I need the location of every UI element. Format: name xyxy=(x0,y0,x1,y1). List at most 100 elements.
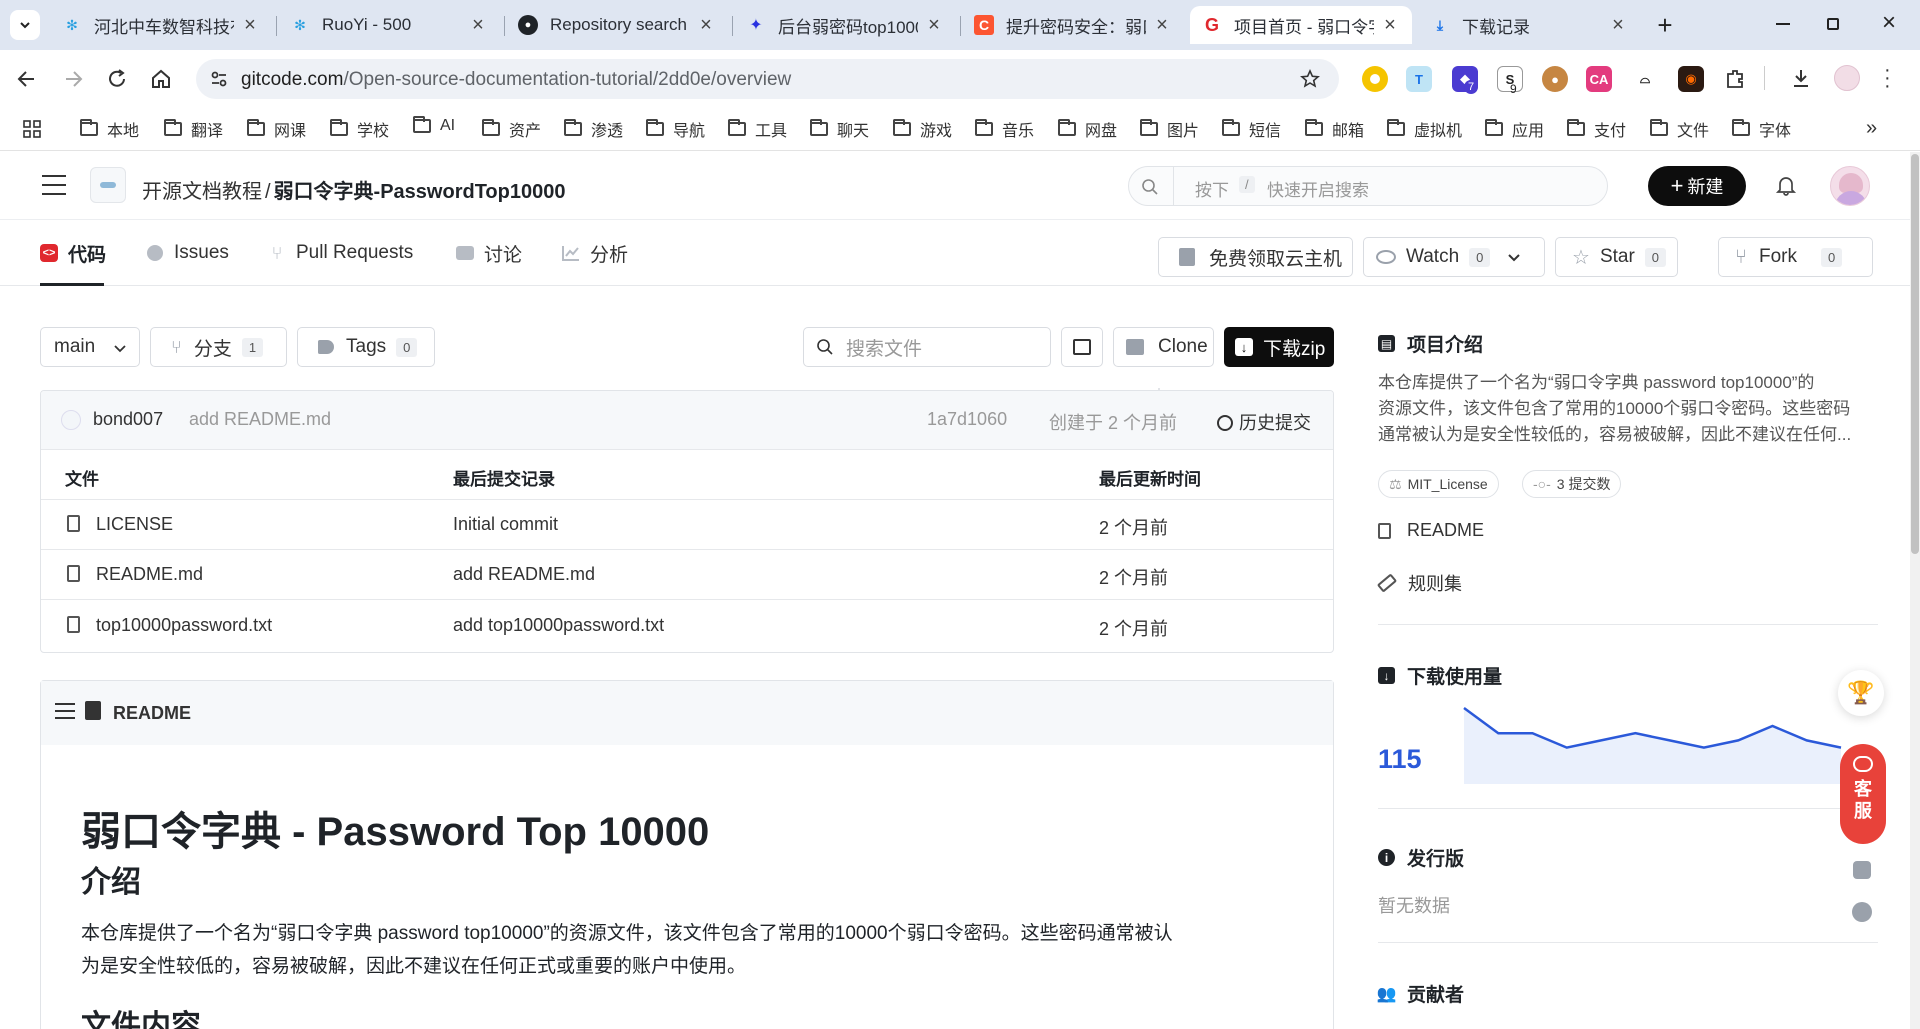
extension-hat-icon[interactable]: ⌓ xyxy=(1632,66,1658,92)
bookmark-folder[interactable]: 翻译 xyxy=(164,117,223,141)
extensions-puzzle-icon[interactable] xyxy=(1724,68,1746,90)
clone-button[interactable]: Clone xyxy=(1113,327,1214,367)
file-search-input[interactable]: 搜索文件 xyxy=(803,327,1051,367)
bell-icon[interactable] xyxy=(1775,174,1797,196)
readme-link[interactable]: README xyxy=(1378,520,1484,541)
breadcrumb-org[interactable]: 开源文档教程 xyxy=(142,181,262,203)
commit-hash[interactable]: 1a7d1060 xyxy=(927,409,1007,430)
bookmark-folder[interactable]: 工具 xyxy=(728,117,787,141)
reload-icon[interactable] xyxy=(106,68,128,90)
more-bookmarks-icon[interactable]: » xyxy=(1866,117,1877,140)
back-icon[interactable] xyxy=(16,68,38,90)
forward-icon[interactable] xyxy=(62,68,84,90)
download-icon[interactable] xyxy=(1790,67,1812,89)
extension-shield-icon[interactable]: ◉ xyxy=(1678,66,1704,92)
bookmark-star-icon[interactable] xyxy=(1300,69,1320,89)
branches-button[interactable]: ⑂ 分支 1 xyxy=(150,327,287,367)
tab-code[interactable]: <> 代码 xyxy=(40,220,106,286)
file-commit[interactable]: add README.md xyxy=(453,564,595,585)
breadcrumb-repo[interactable]: 弱口令字典-PasswordTop10000 xyxy=(274,181,566,203)
table-row[interactable]: LICENSE Initial commit 2 个月前 xyxy=(41,499,1333,549)
browser-tab-0[interactable]: ✻ 河北中车数智科技有限 × xyxy=(50,6,272,44)
table-row[interactable]: README.md add README.md 2 个月前 xyxy=(41,549,1333,599)
history-link[interactable]: 历史提交 xyxy=(1217,409,1311,435)
bookmark-folder[interactable]: 文件 xyxy=(1650,117,1709,141)
bookmark-folder[interactable]: 聊天 xyxy=(810,117,869,141)
address-bar[interactable]: gitcode.com/Open-source-documentation-tu… xyxy=(196,59,1339,99)
open-ide-button[interactable] xyxy=(1061,327,1103,367)
bookmark-folder[interactable]: 短信 xyxy=(1222,117,1281,141)
toc-list-icon[interactable] xyxy=(55,703,75,719)
profile-avatar[interactable] xyxy=(1834,65,1860,91)
user-avatar[interactable] xyxy=(1830,166,1870,206)
close-icon[interactable]: × xyxy=(468,14,488,37)
bookmark-folder[interactable]: 音乐 xyxy=(975,117,1034,141)
file-commit[interactable]: add top10000password.txt xyxy=(453,615,664,636)
bookmark-folder[interactable]: 支付 xyxy=(1567,117,1626,141)
bookmark-folder[interactable]: 网课 xyxy=(247,117,306,141)
minimize-button[interactable] xyxy=(1768,12,1798,36)
file-name[interactable]: README.md xyxy=(96,564,203,585)
extension-ca-icon[interactable]: CA xyxy=(1586,66,1612,92)
extension-yellow-icon[interactable] xyxy=(1362,66,1388,92)
bookmark-folder[interactable]: 网盘 xyxy=(1058,117,1117,141)
close-icon[interactable]: × xyxy=(1608,14,1628,37)
site-info-icon[interactable] xyxy=(210,70,228,88)
close-icon[interactable]: × xyxy=(1152,14,1172,37)
close-icon[interactable]: × xyxy=(240,14,260,37)
file-name[interactable]: top10000password.txt xyxy=(96,615,272,636)
apps-grid-icon[interactable] xyxy=(22,119,42,139)
table-row[interactable]: top10000password.txt add top10000passwor… xyxy=(41,599,1333,652)
close-icon[interactable]: × xyxy=(1380,14,1400,37)
file-name[interactable]: LICENSE xyxy=(96,514,173,535)
file-commit[interactable]: Initial commit xyxy=(453,514,558,535)
browser-tab-4[interactable]: C 提升密码安全：弱口 × xyxy=(962,6,1184,44)
contact-button[interactable] xyxy=(1848,856,1876,884)
hamburger-menu-icon[interactable] xyxy=(42,173,66,197)
bookmark-folder[interactable]: 学校 xyxy=(330,117,389,141)
browser-tab-6[interactable]: ⤓ 下载记录 × xyxy=(1418,6,1640,44)
branch-selector[interactable]: main xyxy=(40,327,140,367)
fork-button[interactable]: ⑂ Fork 0 xyxy=(1718,237,1873,277)
bookmark-folder[interactable]: 虚拟机 xyxy=(1387,117,1462,141)
browser-tab-5[interactable]: G 项目首页 - 弱口令字 × xyxy=(1190,6,1412,44)
tab-issues[interactable]: Issues xyxy=(146,220,229,286)
tags-button[interactable]: Tags 0 xyxy=(297,327,435,367)
bookmark-folder[interactable]: 游戏 xyxy=(893,117,952,141)
restore-button[interactable] xyxy=(1818,12,1848,36)
download-zip-button[interactable]: ↓ 下载zip xyxy=(1224,327,1334,367)
bookmark-folder[interactable]: 图片 xyxy=(1140,117,1199,141)
browser-tab-1[interactable]: ✻ RuoYi - 500 × xyxy=(278,6,500,44)
commits-badge[interactable]: -○- 3 提交数 xyxy=(1522,470,1622,498)
tab-pull-requests[interactable]: ⑂ Pull Requests xyxy=(268,220,414,286)
browser-tab-3[interactable]: ✦ 后台弱密码top10000 × xyxy=(734,6,956,44)
bookmark-folder[interactable]: 渗透 xyxy=(564,117,623,141)
bookmark-folder[interactable]: 邮箱 xyxy=(1305,117,1364,141)
tab-discussions[interactable]: 讨论 xyxy=(456,220,522,286)
bookmark-folder[interactable]: 应用 xyxy=(1485,117,1544,141)
close-window-button[interactable]: × xyxy=(1874,8,1904,38)
global-search-input[interactable]: 按下 / 快速开启搜索 xyxy=(1128,166,1608,206)
tab-analysis[interactable]: 分析 xyxy=(562,220,628,286)
watch-button[interactable]: Watch 0 xyxy=(1363,237,1545,277)
star-button[interactable]: ☆ Star 0 xyxy=(1555,237,1678,277)
extension-cookie-icon[interactable]: ● xyxy=(1542,66,1568,92)
rules-link[interactable]: 规则集 xyxy=(1376,570,1462,596)
new-button[interactable]: + 新建 xyxy=(1648,166,1746,206)
close-icon[interactable]: × xyxy=(924,14,944,37)
extension-translate-icon[interactable]: T xyxy=(1406,66,1432,92)
bookmark-folder[interactable]: 资产 xyxy=(482,117,541,141)
new-tab-button[interactable]: + xyxy=(1650,10,1680,40)
bookmark-folder[interactable]: 字体 xyxy=(1732,117,1791,141)
customer-service-button[interactable]: 客 服 xyxy=(1840,744,1886,844)
bookmark-folder[interactable]: AI xyxy=(413,116,455,135)
browser-menu-icon[interactable]: · · · xyxy=(1884,60,1891,96)
commit-message[interactable]: add README.md xyxy=(189,409,331,430)
free-cloud-host-button[interactable]: 免费领取云主机 xyxy=(1158,237,1353,277)
tab-search-button[interactable] xyxy=(10,10,40,40)
bookmark-folder[interactable]: 本地 xyxy=(80,117,139,141)
browser-tab-2[interactable]: ● Repository search r × xyxy=(506,6,728,44)
org-avatar[interactable] xyxy=(90,167,126,203)
author-avatar[interactable] xyxy=(61,410,81,430)
commit-author[interactable]: bond007 xyxy=(93,409,163,430)
